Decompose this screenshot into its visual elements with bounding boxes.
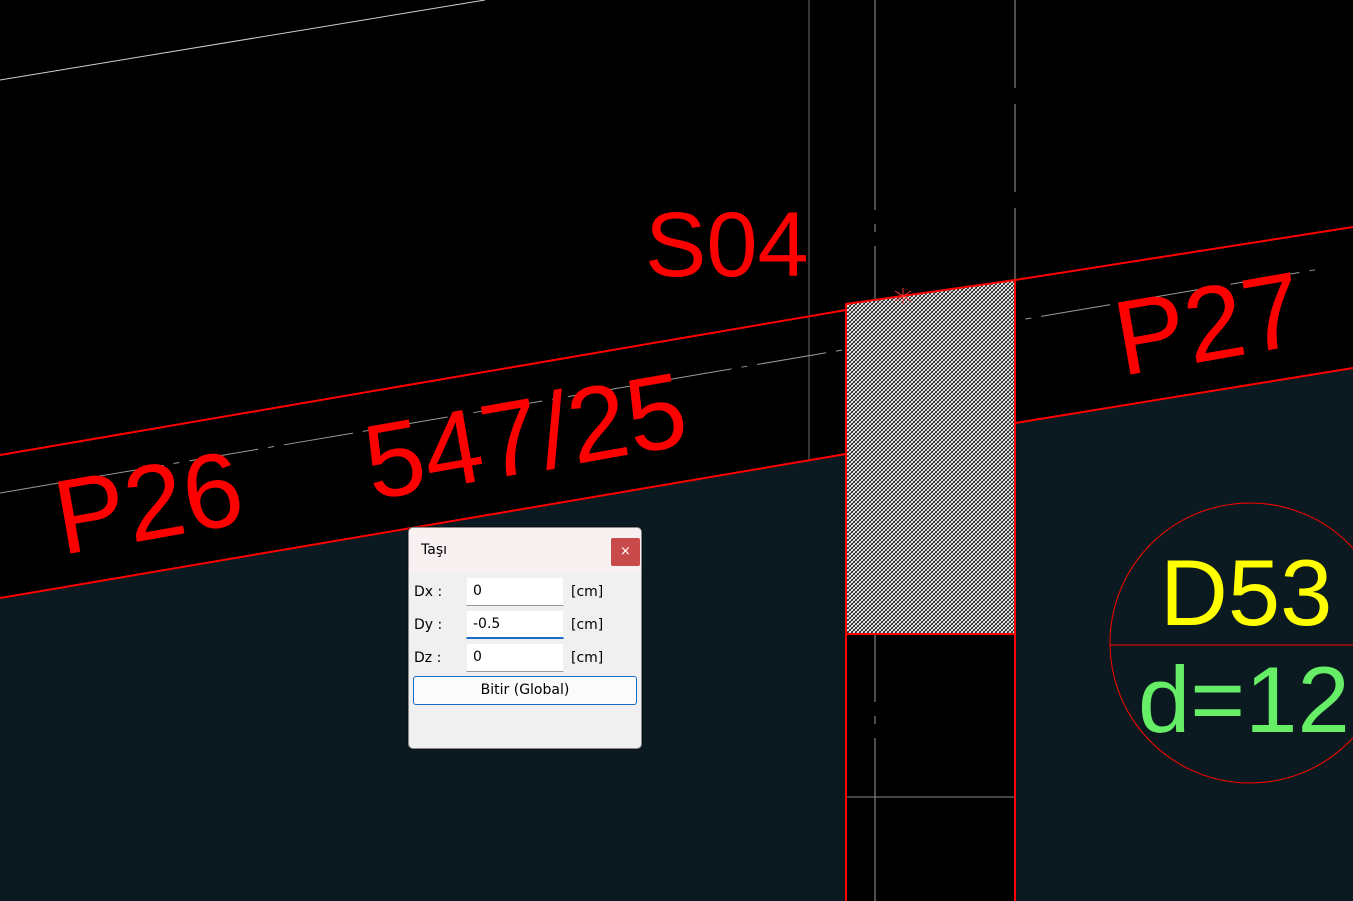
column-label-s04: S04	[645, 194, 809, 296]
dx-label: Dx :	[414, 584, 443, 600]
dy-unit: [cm]	[571, 617, 604, 633]
dz-label: Dz :	[414, 650, 442, 666]
dy-input[interactable]: -0.5	[466, 610, 564, 639]
dx-input[interactable]: 0	[466, 577, 564, 606]
dz-row: Dz : 0 [cm]	[409, 643, 641, 673]
dialog-titlebar[interactable]: Taşı ×	[409, 528, 641, 572]
guide-line-top-diagonal	[0, 0, 486, 81]
dy-label: Dy :	[414, 617, 443, 633]
slab-thickness-label: d=12	[1138, 647, 1350, 752]
close-button[interactable]: ×	[611, 538, 640, 566]
column-lower-region	[846, 634, 1015, 901]
beam-label-p26: P26	[46, 429, 252, 578]
dialog-title: Taşı	[421, 542, 447, 558]
column-s04-hatched[interactable]	[845, 278, 1016, 635]
close-icon: ×	[620, 544, 631, 559]
dx-row: Dx : 0 [cm]	[409, 577, 641, 607]
move-dialog[interactable]: Taşı × Dx : 0 [cm] Dy : -0.5 [cm] Dz : 0…	[408, 527, 642, 749]
finish-global-button[interactable]: Bitir (Global)	[413, 676, 637, 705]
cad-drawing-canvas[interactable]: S04 P26 547/25 P27 D53 d=12	[0, 0, 1353, 901]
dx-unit: [cm]	[571, 584, 604, 600]
dz-unit: [cm]	[571, 650, 604, 666]
beam-label-p27: P27	[1106, 250, 1312, 399]
dz-input[interactable]: 0	[466, 643, 564, 672]
dy-row: Dy : -0.5 [cm]	[409, 610, 641, 640]
slab-id-label: D53	[1160, 540, 1332, 645]
